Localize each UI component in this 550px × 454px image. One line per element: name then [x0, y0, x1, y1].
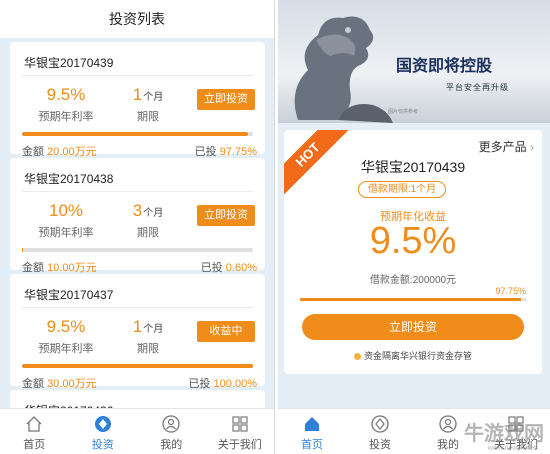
dragon-statue-illustration: [294, 16, 393, 123]
home-screen: 国资即将控股 平台安全再升级 图片仅供参考 HOT 更多产品 › 华银宝2017…: [278, 0, 550, 454]
product-card[interactable]: 华银宝20170438 10% 预期年利率 3个月 期限 立即投资 金额 10.…: [10, 158, 265, 274]
home-icon: [305, 417, 319, 431]
user-icon: [162, 415, 180, 433]
featured-product-card: HOT 更多产品 › 华银宝20170439 借款期限:1个月 预期年化收益 9…: [284, 130, 542, 374]
tab-label: 投资: [369, 439, 391, 451]
tab-invest[interactable]: 投资: [69, 409, 138, 454]
period-value: 3个月: [132, 201, 164, 220]
product-name: 华银宝20170438: [24, 172, 114, 186]
product-card[interactable]: 华银宝20170439 9.5% 预期年利率 1个月 期限 立即投资 金额 20…: [10, 42, 265, 158]
more-products-link[interactable]: 更多产品 ›: [479, 138, 534, 155]
invest-now-button[interactable]: 立即投资: [197, 89, 255, 110]
home-icon: [26, 416, 42, 432]
tab-home[interactable]: 首页: [0, 409, 69, 454]
loan-amount: 借款金额:200000元: [369, 275, 457, 286]
progress-bar: [22, 132, 253, 136]
watermark-logo: 牛游戏网: [464, 423, 544, 445]
grid-icon: [232, 416, 248, 432]
banner-disclaimer: 图片仅供参考: [388, 109, 419, 115]
period-label: 期限: [137, 343, 159, 355]
progress-fill: [22, 132, 248, 136]
investment-list-screen: 投资列表 华银宝20170439 9.5% 预期年利率 1个月 期限 立即投资 …: [0, 0, 275, 454]
period-tag: 借款期限:1个月: [358, 181, 446, 198]
invested-text: 已投 100.00%: [188, 378, 258, 390]
tab-invest[interactable]: 投资: [346, 409, 414, 454]
tab-label: 首页: [301, 439, 323, 451]
tab-bar: 首页 投资 我的 关于我们: [0, 408, 274, 454]
progress-fill: [22, 248, 24, 252]
expected-rate: 9.5%: [46, 85, 86, 104]
invest-now-button[interactable]: 立即投资: [302, 314, 524, 340]
product-card[interactable]: 华银宝20170437 9.5% 预期年利率 1个月 期限 收益中 金额 30.…: [10, 274, 265, 390]
amount-text: 金额 30.00万元: [22, 378, 97, 390]
user-icon: [439, 415, 457, 433]
tab-label: 投资: [91, 439, 114, 451]
rate-label: 预期年利率: [38, 227, 94, 239]
tab-label: 关于我们: [217, 439, 262, 451]
promo-banner[interactable]: 国资即将控股 平台安全再升级 图片仅供参考: [278, 0, 550, 123]
tab-home[interactable]: 首页: [278, 409, 346, 454]
invested-text: 已投 0.60%: [200, 262, 257, 274]
tab-label: 我的: [160, 439, 183, 451]
progress-bar: [22, 248, 253, 252]
progress-bar: [22, 364, 253, 368]
expected-rate: 10%: [48, 201, 84, 220]
invest-icon: [371, 415, 389, 433]
amount-text: 金额 20.00万元: [22, 146, 97, 158]
custody-note: 资金隔离华兴银行资金存管: [284, 349, 542, 362]
progress-fill: [300, 298, 521, 301]
product-name: 华银宝20170437: [24, 288, 114, 302]
period-value: 1个月: [132, 85, 164, 104]
period-value: 1个月: [132, 317, 164, 336]
progress-fill: [22, 364, 253, 368]
tab-label: 首页: [23, 439, 46, 451]
chevron-right-icon: ›: [530, 140, 534, 154]
product-name: 华银宝20170439: [24, 56, 114, 70]
progress-bar: [300, 298, 526, 301]
expected-rate: 9.5%: [46, 317, 86, 336]
page-title: 投资列表: [0, 0, 274, 38]
invest-icon: [94, 416, 111, 432]
progress-percent: 97.75%: [495, 286, 526, 296]
earning-button[interactable]: 收益中: [197, 321, 255, 342]
banner-headline: 国资即将控股: [396, 56, 493, 75]
period-label: 期限: [137, 111, 159, 123]
divider: [22, 307, 253, 308]
rate-label: 预期年利率: [38, 343, 94, 355]
banner-subline: 平台安全再升级: [446, 83, 509, 92]
amount-text: 金额 10.00万元: [22, 262, 97, 274]
shield-icon: [353, 353, 361, 360]
tab-mine[interactable]: 我的: [137, 409, 206, 454]
period-label: 期限: [137, 227, 159, 239]
product-name: 华银宝20170439: [360, 159, 466, 175]
divider: [22, 191, 253, 192]
invested-text: 已投 97.75%: [194, 146, 257, 158]
watermark-url: www.newyx.net: [487, 445, 536, 452]
rate-label: 预期年利率: [38, 111, 94, 123]
expected-rate: 9.5%: [369, 220, 457, 262]
tab-about[interactable]: 关于我们: [206, 409, 275, 454]
invest-now-button[interactable]: 立即投资: [197, 205, 255, 226]
divider: [22, 75, 253, 76]
